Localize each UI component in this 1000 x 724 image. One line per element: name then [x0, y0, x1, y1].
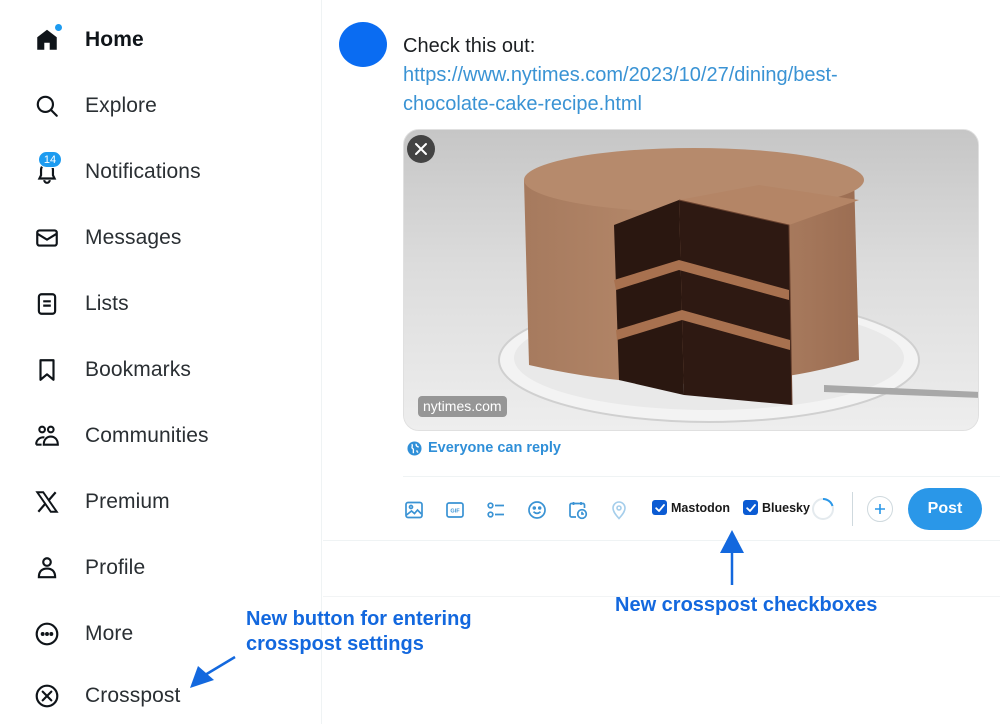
add-gif-button[interactable]: GIF: [444, 499, 466, 521]
x-logo-icon: [30, 485, 64, 519]
divider: [323, 540, 1000, 541]
sidebar-item-label: Crosspost: [85, 684, 181, 707]
add-location-button[interactable]: [608, 499, 630, 521]
checkbox-label: Mastodon: [671, 500, 731, 515]
checkbox-label: Bluesky: [762, 500, 810, 515]
envelope-icon: [30, 221, 64, 255]
toolbar-separator: [852, 492, 853, 526]
schedule-button[interactable]: [567, 499, 589, 521]
remove-card-button[interactable]: [407, 135, 435, 163]
sidebar-item-label: Explore: [85, 94, 157, 117]
sidebar-item-label: Communities: [85, 424, 209, 447]
annotation-line: crosspost settings: [246, 633, 424, 655]
sidebar-annotation: New button for entering crosspost settin…: [246, 607, 472, 657]
sidebar-item-label: Messages: [85, 226, 182, 249]
cake-photo: [404, 130, 978, 430]
crosspost-circle-x-icon: [30, 679, 64, 713]
sidebar-item-lists[interactable]: Lists: [30, 284, 129, 324]
more-circle-icon: [30, 617, 64, 651]
location-icon: [612, 501, 626, 520]
reply-setting-label: Everyone can reply: [428, 440, 561, 456]
poll-icon: [487, 502, 504, 518]
divider: [403, 476, 1000, 477]
mastodon-crosspost-checkbox[interactable]: Mastodon: [652, 500, 730, 515]
post-button[interactable]: Post: [908, 488, 982, 530]
image-icon: [405, 501, 423, 519]
search-icon: [30, 89, 64, 123]
checkbox-annotation: New crosspost checkboxes: [615, 594, 878, 616]
sidebar-item-messages[interactable]: Messages: [30, 218, 182, 258]
post-text-input[interactable]: Check this out: https://www.nytimes.com/…: [403, 32, 983, 119]
svg-text:GIF: GIF: [450, 509, 460, 515]
home-icon: [30, 23, 64, 57]
sidebar-item-notifications[interactable]: 14 Notifications: [30, 151, 201, 192]
emoji-icon: [528, 501, 546, 519]
plus-icon: [875, 504, 885, 514]
sidebar-item-home[interactable]: Home: [30, 20, 144, 60]
add-poll-button[interactable]: [485, 499, 507, 521]
sidebar-item-label: Notifications: [85, 160, 201, 183]
add-post-button[interactable]: [867, 496, 893, 522]
sidebar-item-more[interactable]: More: [30, 614, 133, 654]
bookmark-icon: [30, 353, 64, 387]
post-link-continued[interactable]: chocolate-cake-recipe.html: [403, 90, 983, 119]
post-link[interactable]: https://www.nytimes.com/2023/10/27/dinin…: [403, 61, 983, 90]
annotation-line: New button for entering: [246, 608, 472, 630]
add-emoji-button[interactable]: [526, 499, 548, 521]
sidebar-item-communities[interactable]: Communities: [30, 416, 209, 456]
reply-setting-button[interactable]: Everyone can reply: [407, 440, 561, 456]
person-icon: [30, 551, 64, 585]
sidebar-item-label: More: [85, 622, 134, 645]
notification-count-badge: 14: [38, 151, 62, 168]
link-preview-card[interactable]: nytimes.com: [403, 129, 979, 431]
bluesky-crosspost-checkbox[interactable]: Bluesky: [743, 500, 810, 515]
sidebar-item-label: Home: [85, 28, 144, 51]
sidebar-item-bookmarks[interactable]: Bookmarks: [30, 350, 191, 390]
sidebar-item-premium[interactable]: Premium: [30, 482, 170, 522]
sidebar-item-explore[interactable]: Explore: [30, 86, 157, 126]
sidebar-item-label: Premium: [85, 490, 170, 513]
bell-icon: 14: [30, 151, 64, 189]
sidebar-item-label: Profile: [85, 556, 146, 579]
sidebar-item-label: Bookmarks: [85, 358, 191, 381]
checkbox-checked[interactable]: [652, 500, 667, 515]
globe-icon: [407, 440, 422, 456]
checkmark-icon: [745, 503, 756, 512]
schedule-icon: [569, 502, 588, 520]
add-media-button[interactable]: [403, 499, 425, 521]
sidebar-item-crosspost[interactable]: Crosspost: [30, 676, 180, 716]
card-domain-label: nytimes.com: [418, 396, 507, 417]
checkmark-icon: [654, 503, 665, 512]
sidebar-item-label: Lists: [85, 292, 129, 315]
list-icon: [30, 287, 64, 321]
close-icon: [415, 143, 427, 155]
checkbox-checked[interactable]: [743, 500, 758, 515]
sidebar-item-profile[interactable]: Profile: [30, 548, 145, 588]
composer-toolbar: GIF: [403, 494, 649, 526]
avatar[interactable]: [339, 22, 387, 67]
communities-icon: [30, 419, 64, 453]
unread-dot: [55, 24, 62, 31]
post-text: Check this out:: [403, 35, 536, 57]
character-count-progress: [812, 498, 834, 520]
gif-icon: GIF: [446, 502, 464, 518]
